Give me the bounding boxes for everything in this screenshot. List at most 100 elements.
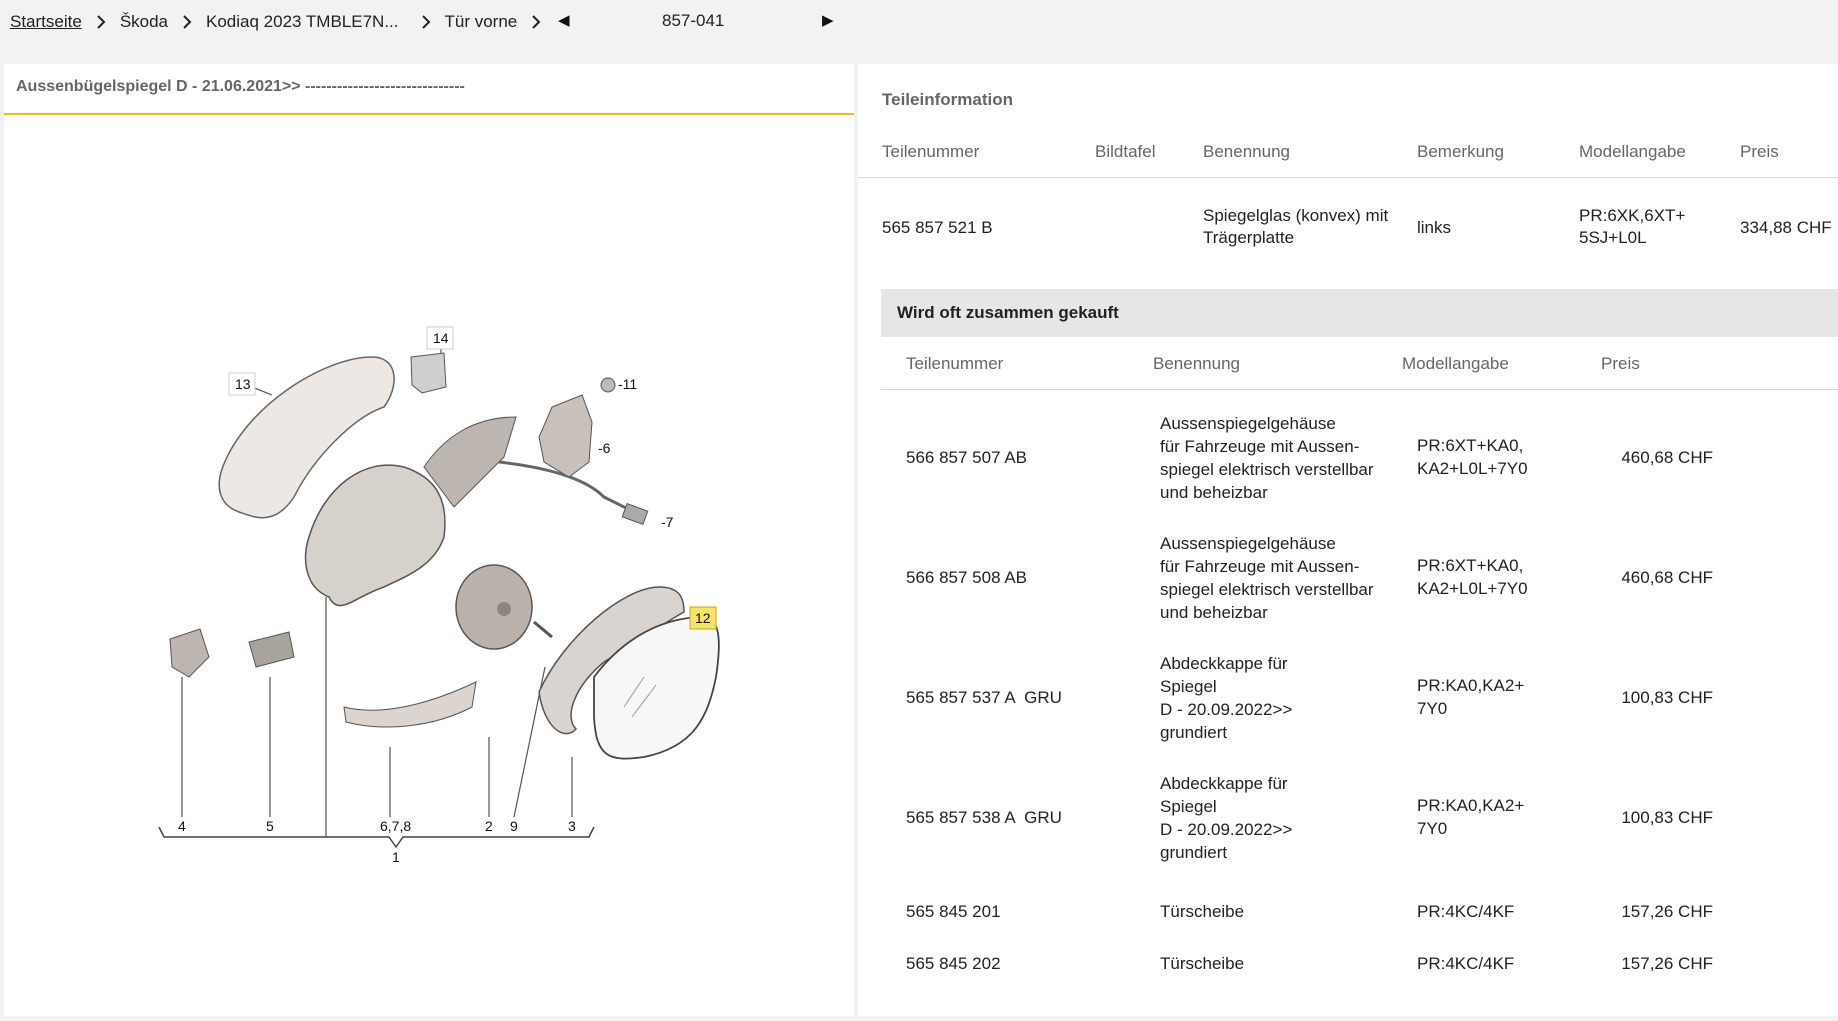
callout-678[interactable]: 6,7,8 <box>380 818 411 834</box>
fb-model-line: KA2+L0L+7Y0 <box>1417 579 1528 598</box>
header-bemerkung: Bemerkung <box>1417 142 1504 161</box>
fb-row[interactable]: 565 857 537 A GRU Abdeckkappe für Spiege… <box>858 652 1838 744</box>
frequently-bought-title: Wird oft zusammen gekauft <box>897 303 1119 322</box>
part-remark: links <box>1417 218 1452 237</box>
fb-name-line: D - 20.09.2022>> <box>1160 700 1293 719</box>
fb-name-line: Aussenspiegelgehäuse <box>1160 534 1336 553</box>
fb-price: 460,68 CHF <box>1621 448 1713 467</box>
breadcrumb-group[interactable]: Tür vorne <box>445 12 518 32</box>
part-info-panel: Teileinformation Teilenummer Bildtafel B… <box>858 64 1838 1016</box>
callout-5[interactable]: 5 <box>266 818 274 834</box>
fb-name-line: Spiegel <box>1160 797 1217 816</box>
fb-name-line: und beheizbar <box>1160 483 1268 502</box>
header-preis: Preis <box>1740 142 1779 161</box>
fb-model-line: PR:KA0,KA2+ <box>1417 676 1525 695</box>
callout-2[interactable]: 2 <box>485 818 493 834</box>
fb-row[interactable]: 565 845 201 Türscheibe PR:4KC/4KF 157,26… <box>858 894 1838 934</box>
fb-price: 157,26 CHF <box>1621 954 1713 973</box>
callout-6[interactable]: -6 <box>598 440 611 456</box>
fb-name-line: D - 20.09.2022>> <box>1160 820 1293 839</box>
chevron-right-icon <box>531 15 541 29</box>
fb-model-line: PR:6XT+KA0, <box>1417 436 1524 455</box>
fb-header-modellangabe: Modellangabe <box>1402 354 1509 373</box>
chevron-right-icon <box>96 15 106 29</box>
fb-row[interactable]: 565 857 538 A GRU Abdeckkappe für Spiege… <box>858 772 1838 864</box>
fb-part-number: 565 845 201 <box>906 902 1001 921</box>
header-modellangabe: Modellangabe <box>1579 142 1686 161</box>
part-name-line2: Trägerplatte <box>1203 228 1295 247</box>
callout-4[interactable]: 4 <box>178 818 186 834</box>
fb-row[interactable]: 566 857 508 AB Aussenspiegelgehäuse für … <box>858 532 1838 624</box>
fb-part-number: 566 857 507 AB <box>906 448 1028 467</box>
fb-price: 460,68 CHF <box>1621 568 1713 587</box>
fb-price: 100,83 CHF <box>1621 688 1713 707</box>
fb-name-line: spiegel elektrisch verstellbar <box>1160 580 1374 599</box>
fb-header-preis: Preis <box>1601 354 1640 373</box>
part-model-line2: 5SJ+L0L <box>1579 228 1647 247</box>
chevron-right-icon <box>421 15 431 29</box>
exploded-view-drawing: 14 13 -11 -6 -7 12 4 5 6,7,8 2 9 3 1 <box>158 326 720 865</box>
fb-name-line: spiegel elektrisch verstellbar <box>1160 460 1374 479</box>
teileinformation-title: Teileinformation <box>882 90 1013 109</box>
callout-12[interactable]: 12 <box>695 610 711 626</box>
part-price: 334,88 CHF <box>1740 218 1832 237</box>
part-name-line1: Spiegelglas (konvex) mit <box>1203 206 1389 225</box>
frequently-bought-section-header: Wird oft zusammen gekauft <box>881 289 1838 337</box>
callout-9[interactable]: 9 <box>510 818 518 834</box>
fb-model-line: 7Y0 <box>1417 819 1448 838</box>
breadcrumb-home-link[interactable]: Startseite <box>10 12 82 32</box>
fb-price: 100,83 CHF <box>1621 808 1713 827</box>
fb-model-line: PR:4KC/4KF <box>1417 954 1515 973</box>
fb-part-number: 565 845 202 <box>906 954 1001 973</box>
fb-model-line: PR:6XT+KA0, <box>1417 556 1524 575</box>
fb-name-line: grundiert <box>1160 723 1228 742</box>
fb-name-line: für Fahrzeuge mit Aussen- <box>1160 557 1360 576</box>
fb-part-number: 566 857 508 AB <box>906 568 1028 587</box>
part-info-row[interactable]: 565 857 521 B Spiegelglas (konvex) mit T… <box>858 204 1838 264</box>
header-teilenummer: Teilenummer <box>882 142 980 161</box>
next-diagram-button[interactable]: ▶ <box>822 11 834 29</box>
fb-name-line: und beheizbar <box>1160 603 1268 622</box>
top-bar: Startseite Škoda Kodiaq 2023 TMBLE7N... … <box>0 0 1838 64</box>
breadcrumb-model[interactable]: Kodiaq 2023 TMBLE7N... <box>206 12 398 32</box>
fb-part-number: 565 857 538 A GRU <box>906 808 1062 827</box>
fb-part-number: 565 857 537 A GRU <box>906 688 1062 707</box>
callout-14[interactable]: 14 <box>433 330 449 346</box>
exploded-view-diagram: 14 13 -11 -6 -7 12 4 5 6,7,8 2 9 3 1 <box>4 117 854 1016</box>
fb-model-line: KA2+L0L+7Y0 <box>1417 459 1528 478</box>
diagram-panel: Aussenbügelspiegel D - 21.06.2021>> ----… <box>4 64 854 1016</box>
fb-header-teilenummer: Teilenummer <box>906 354 1004 373</box>
fb-name-line: Türscheibe <box>1160 954 1245 973</box>
callout-13[interactable]: 13 <box>235 376 251 392</box>
callout-11[interactable]: -11 <box>618 376 637 392</box>
callout-7[interactable]: -7 <box>661 514 674 530</box>
fb-name-line: Abdeckkappe für <box>1160 654 1288 673</box>
fb-price: 157,26 CHF <box>1621 902 1713 921</box>
part-number: 565 857 521 B <box>882 218 993 237</box>
fb-name-line: für Fahrzeuge mit Aussen- <box>1160 437 1360 456</box>
fb-name-line: grundiert <box>1160 843 1228 862</box>
fb-row[interactable]: 565 845 202 Türscheibe PR:4KC/4KF 157,26… <box>858 946 1838 986</box>
breadcrumb: Startseite Škoda Kodiaq 2023 TMBLE7N... … <box>10 10 555 34</box>
divider <box>858 177 1838 178</box>
fb-model-line: PR:4KC/4KF <box>1417 902 1515 921</box>
diagram-title: Aussenbügelspiegel D - 21.06.2021>> ----… <box>4 64 854 115</box>
fb-row[interactable]: 566 857 507 AB Aussenspiegelgehäuse für … <box>858 412 1838 504</box>
fb-header-benennung: Benennung <box>1153 354 1240 373</box>
header-bildtafel: Bildtafel <box>1095 142 1156 161</box>
breadcrumb-brand[interactable]: Škoda <box>120 12 168 32</box>
fb-name-line: Abdeckkappe für <box>1160 774 1288 793</box>
callout-3[interactable]: 3 <box>568 818 576 834</box>
fb-model-line: 7Y0 <box>1417 699 1448 718</box>
fb-name-line: Spiegel <box>1160 677 1217 696</box>
prev-diagram-button[interactable]: ◀ <box>558 11 570 29</box>
fb-model-line: PR:KA0,KA2+ <box>1417 796 1525 815</box>
chevron-right-icon <box>182 15 192 29</box>
divider <box>881 389 1838 390</box>
header-benennung: Benennung <box>1203 142 1290 161</box>
fb-name-line: Aussenspiegelgehäuse <box>1160 414 1336 433</box>
callout-1[interactable]: 1 <box>392 849 400 865</box>
part-model-line1: PR:6XK,6XT+ <box>1579 206 1686 225</box>
diagram-code: 857-041 <box>662 11 725 30</box>
fb-name-line: Türscheibe <box>1160 902 1245 921</box>
